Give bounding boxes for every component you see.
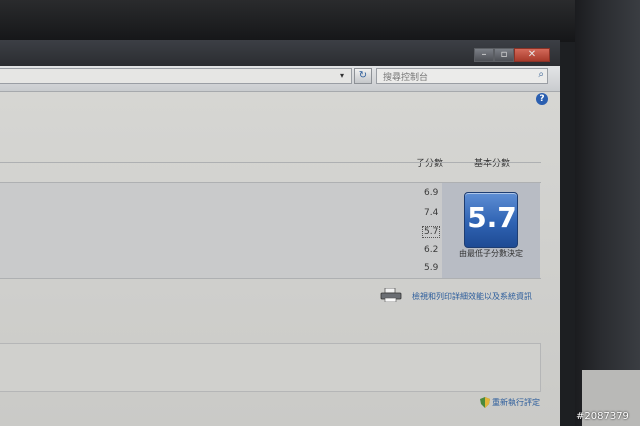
base-score-badge: 5.7 [464,192,518,248]
screen: – ▫ ✕ ▾ ↻ 搜尋控制台 ⌕ ? 子分數 基本分數 6.9 7.4 5.7… [0,40,560,426]
monitor-bezel-right [575,0,640,426]
monitor-bezel-top [0,0,640,42]
help-icon[interactable]: ? [536,93,548,105]
shield-icon [480,397,490,408]
subscore-value: 5.9 [424,263,439,273]
subscore-value: 6.2 [424,245,439,255]
subscore-value: 6.9 [424,188,439,198]
rerun-assessment-link[interactable]: 重新執行評定 [492,397,540,408]
search-placeholder: 搜尋控制台 [383,73,429,83]
search-icon[interactable]: ⌕ [538,69,544,80]
chevron-down-icon[interactable]: ▾ [340,71,344,80]
info-box [0,343,541,392]
subscore-value: 7.4 [424,208,439,218]
divider [0,278,541,279]
refresh-button[interactable]: ↻ [354,68,372,84]
address-bar: ▾ ↻ 搜尋控制台 ⌕ [0,66,560,92]
address-input[interactable] [0,68,352,84]
printer-icon [380,288,402,302]
minimize-button[interactable]: – [474,48,494,62]
base-score-caption: 由最低子分數決定 [459,249,523,258]
divider [0,162,541,163]
subscore-value-selected: 5.7 [422,226,441,238]
search-input[interactable]: 搜尋控制台 ⌕ [376,68,548,84]
print-details-link[interactable]: 檢視和列印詳細效能以及系統資訊 [412,291,532,302]
watermark-text: #2087379 [576,411,629,422]
title-bar: – ▫ ✕ [0,40,560,66]
base-score-value: 5.7 [467,201,517,234]
window-controls: – ▫ ✕ [474,48,550,64]
close-button[interactable]: ✕ [514,48,550,62]
maximize-button[interactable]: ▫ [494,48,514,62]
